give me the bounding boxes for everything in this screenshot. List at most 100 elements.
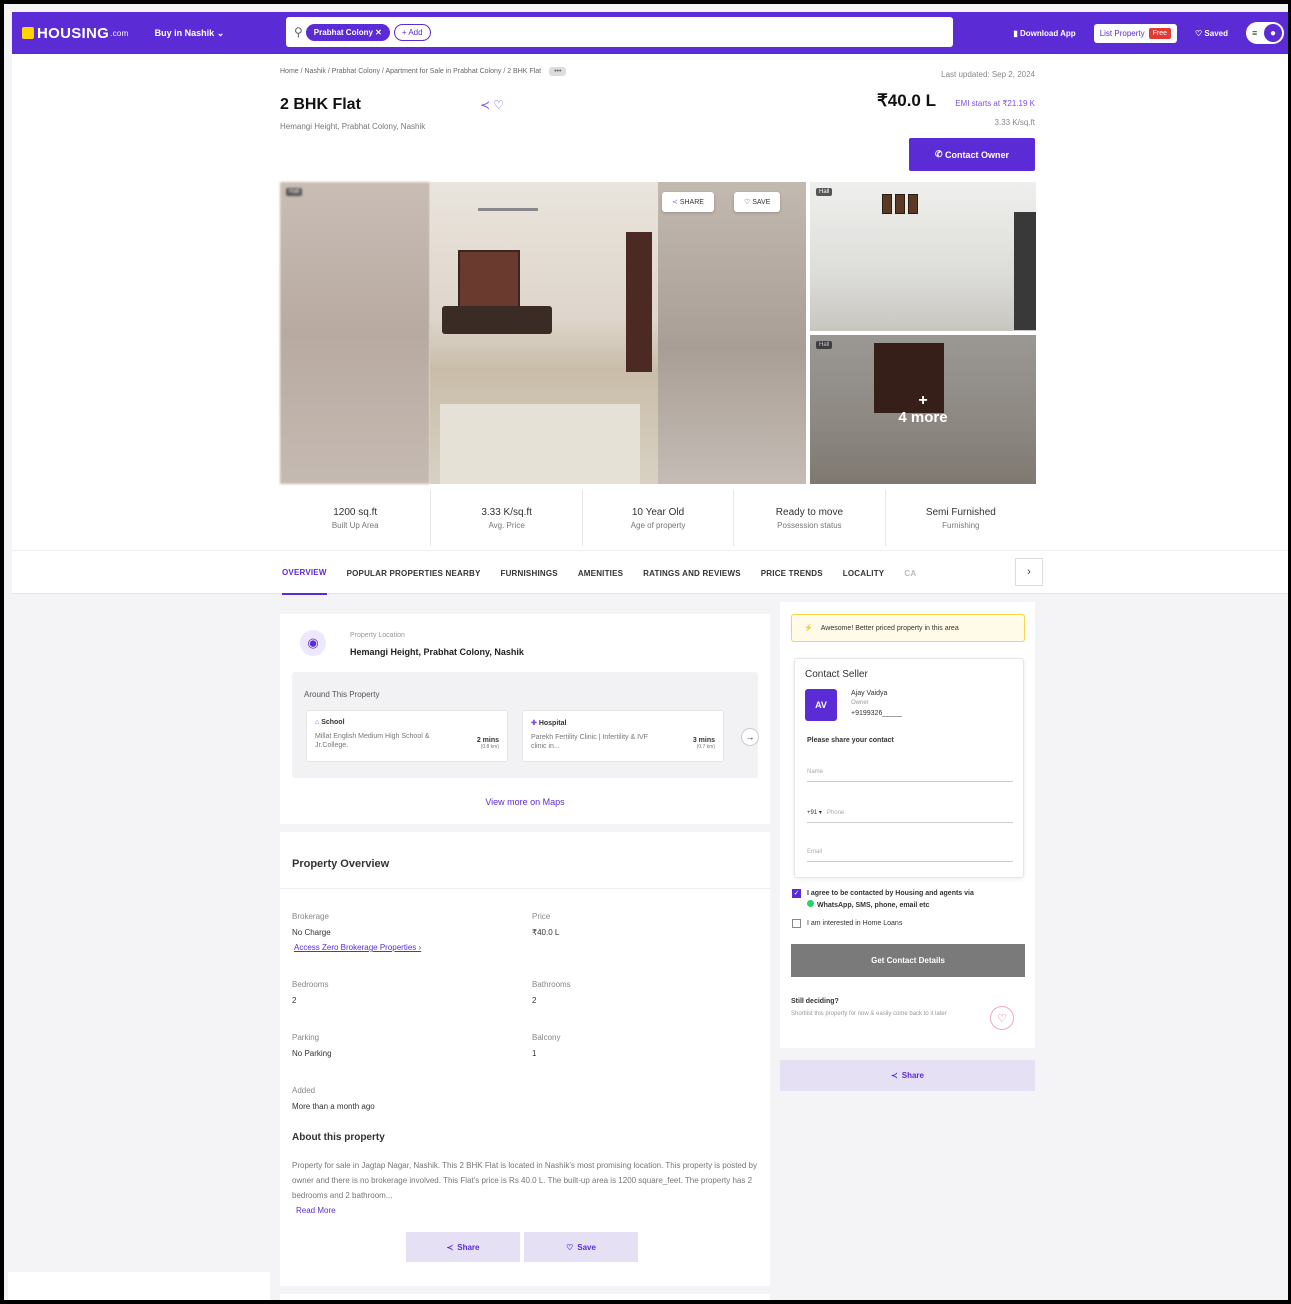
heart-icon: ♡ (744, 199, 751, 206)
nearby-category-label: School (321, 719, 345, 726)
get-contact-details-button[interactable]: Get Contact Details (791, 944, 1025, 977)
user-avatar-icon: ● (1264, 24, 1282, 42)
country-code[interactable]: +91 (807, 810, 817, 816)
spec-value: Semi Furnished (925, 506, 996, 518)
zero-brokerage-link[interactable]: Access Zero Brokerage Properties › (294, 943, 421, 952)
tab-furnishings[interactable]: FURNISHINGS (500, 551, 557, 595)
saved-label: Saved (1204, 28, 1228, 38)
checkbox-icon[interactable] (792, 919, 801, 928)
spec-value: 3.33 K/sq.ft (481, 506, 532, 518)
phone-field[interactable]: +91 ▾ Phone (807, 809, 1013, 823)
bathrooms-label: Bathrooms (532, 980, 571, 989)
name-input[interactable]: Name (807, 769, 1013, 782)
section-tabs: OVERVIEW POPULAR PROPERTIES NEARBY FURNI… (12, 550, 1288, 595)
spec-label: Built Up Area (331, 520, 379, 530)
contact-seller-title: Contact Seller (805, 669, 868, 680)
account-menu[interactable]: ≡ ● (1246, 22, 1284, 44)
gallery-photo-main[interactable] (430, 182, 658, 484)
locality-chip[interactable]: Prabhat Colony ✕ (305, 23, 390, 41)
nearby-card[interactable]: ✚ Hospital Parekh Fertility Clinic | Inf… (522, 710, 724, 762)
still-deciding-title: Still deciding? (791, 998, 839, 1005)
parking-label: Parking (292, 1033, 320, 1042)
spec-item: Semi Furnished Furnishing (886, 490, 1036, 546)
bedrooms-label: Bedrooms (292, 980, 329, 989)
save-label: Save (577, 1242, 596, 1252)
search-bar[interactable]: ⚲ Prabhat Colony ✕ + Add (286, 17, 953, 47)
sidebar-share-button[interactable]: ≺ Share (780, 1060, 1035, 1091)
tab-price-trends[interactable]: PRICE TRENDS (761, 551, 823, 595)
nearby-card[interactable]: ⌂ School Millat English Medium High Scho… (306, 710, 508, 762)
tab-popular-properties[interactable]: POPULAR PROPERTIES NEARBY (347, 551, 481, 595)
view-maps-link[interactable]: View more on Maps (280, 797, 770, 807)
heart-icon: ♡ (566, 1242, 574, 1252)
tab-ratings[interactable]: RATINGS AND REVIEWS (643, 551, 741, 595)
emi-link[interactable]: EMI starts at ₹21.19 K (955, 99, 1035, 108)
breadcrumb-more-icon[interactable]: ••• (549, 67, 567, 76)
curtain-image (626, 232, 652, 372)
phone-icon: ✆ (934, 149, 943, 159)
floor-image (440, 404, 640, 484)
photo-tag: Hall (816, 188, 833, 196)
gallery-photo-1[interactable]: Hall (280, 182, 430, 484)
gallery-save-label: SAVE (752, 199, 771, 206)
gallery-photo-4[interactable]: Hall (810, 182, 1036, 331)
nearby-category-label: Hospital (538, 720, 567, 727)
arrow-right-icon[interactable]: → (741, 728, 759, 746)
balcony-value: 1 (532, 1049, 537, 1058)
consent-label: I agree to be contacted by Housing and a… (807, 890, 974, 897)
read-more-link[interactable]: Read More (296, 1206, 336, 1215)
consent-checkbox[interactable]: ✓ I agree to be contacted by Housing and … (792, 888, 974, 912)
gallery-photo-5[interactable]: Hall + 4 more (810, 335, 1036, 484)
share-contact-label: Please share your contact (807, 737, 894, 744)
spec-label: Age of property (630, 520, 686, 530)
ceiling-fan-icon (478, 208, 538, 211)
housing-logo[interactable]: HOUSING .com (22, 25, 129, 42)
next-section-card (280, 1294, 770, 1300)
listing-price: ₹40.0 L (876, 91, 936, 110)
checkbox-checked-icon[interactable]: ✓ (792, 889, 801, 898)
window-image (458, 250, 520, 310)
save-button[interactable]: ♡ Save (524, 1232, 638, 1262)
email-input[interactable]: Email (807, 849, 1013, 862)
download-app-link[interactable]: ▮ Download App (1013, 29, 1075, 38)
nearby-category: ✚ Hospital (531, 719, 715, 727)
home-loans-checkbox[interactable]: I am interested in Home Loans (792, 918, 902, 930)
list-property-button[interactable]: List Property Free (1093, 23, 1178, 43)
still-deciding-text: Shortlist this property for now & easily… (791, 1011, 947, 1017)
tab-locality[interactable]: LOCALITY (843, 551, 885, 595)
about-text: Property for sale in Jagtap Nagar, Nashi… (292, 1161, 757, 1200)
chevron-right-icon[interactable]: › (1015, 558, 1043, 586)
share-icon[interactable]: ≺ (480, 98, 490, 112)
gallery-share-button[interactable]: ≺ SHARE (662, 192, 714, 212)
logo-text: HOUSING (37, 24, 110, 42)
nearby-name: Millat English Medium High School & Jr.C… (315, 733, 430, 749)
overview-title: Property Overview (292, 858, 390, 870)
around-title: Around This Property (304, 690, 380, 699)
nearby-name: Parekh Fertility Clinic | Infertility & … (531, 734, 648, 750)
tab-amenities[interactable]: AMENITIES (578, 551, 623, 595)
close-icon[interactable]: ✕ (375, 28, 382, 37)
seller-phone: +9199326_____ (851, 710, 902, 717)
saved-link[interactable]: ♡ Saved (1195, 29, 1228, 38)
gallery-save-button[interactable]: ♡ SAVE (734, 192, 781, 212)
tab-partial[interactable]: CA (904, 551, 916, 595)
tab-overview[interactable]: OVERVIEW (282, 551, 327, 595)
share-icon: ≺ (672, 199, 678, 206)
list-property-label: List Property (1099, 28, 1145, 38)
gallery-photo-3[interactable] (658, 182, 806, 484)
breadcrumb-text[interactable]: Home / Nashik / Prabhat Colony / Apartme… (280, 68, 541, 75)
phone-input[interactable]: Phone (827, 810, 844, 816)
breadcrumb[interactable]: Home / Nashik / Prabhat Colony / Apartme… (280, 67, 567, 76)
shortlist-heart-icon[interactable]: ♡ (990, 1006, 1014, 1030)
add-locality-button[interactable]: + Add (393, 23, 431, 41)
city-selector[interactable]: Buy in Nashik ⌄ (155, 28, 225, 39)
more-photos-overlay[interactable]: + 4 more (810, 335, 1036, 484)
seller-avatar: AV (805, 689, 837, 721)
spec-item: 1200 sq.ft Built Up Area (280, 490, 432, 546)
more-photos-label: 4 more (898, 409, 948, 426)
location-label: Property Location (350, 632, 405, 639)
contact-owner-button[interactable]: ✆ Contact Owner (909, 138, 1035, 171)
nearby-distance: (0.8 km) (480, 744, 499, 750)
share-button[interactable]: ≺ Share (406, 1232, 520, 1262)
heart-icon[interactable]: ♡ (493, 98, 504, 112)
